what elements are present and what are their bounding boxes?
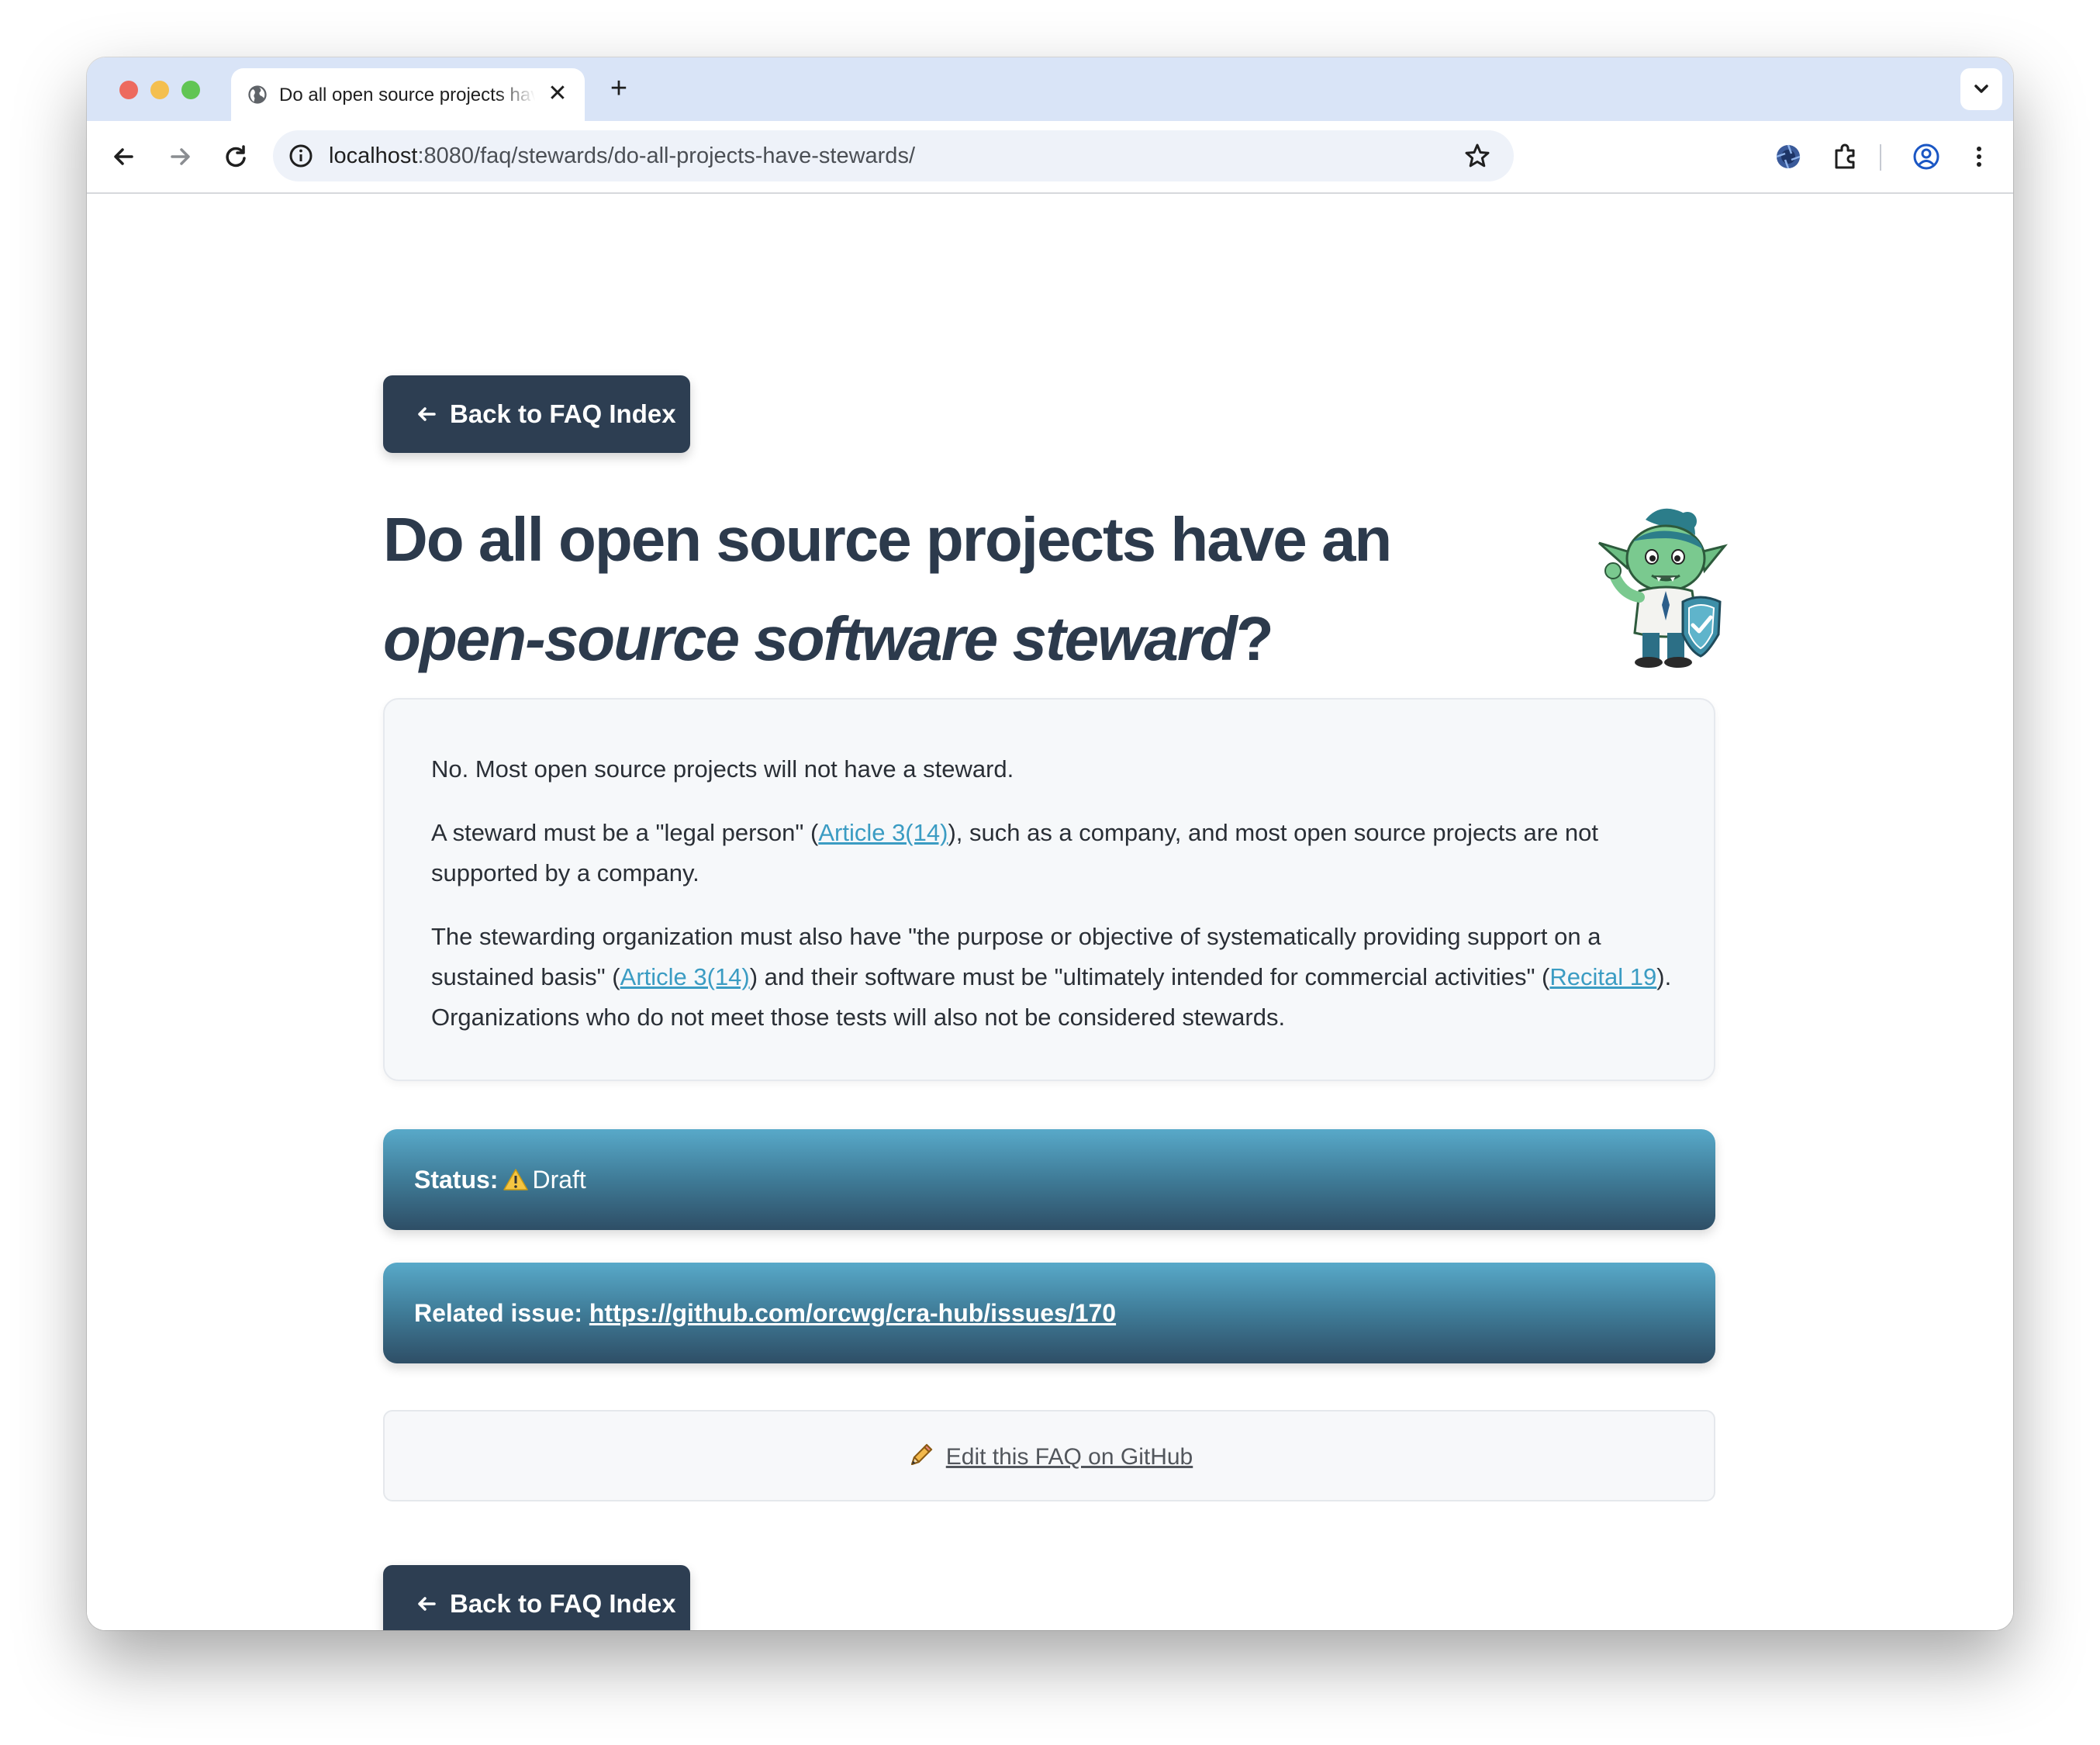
forward-arrow-icon[interactable] (163, 140, 197, 174)
related-issue-content: Related issue: https://github.com/orcwg/… (414, 1297, 1116, 1329)
edit-faq-row: Edit this FAQ on GitHub (385, 1441, 1714, 1473)
back-button-label: Back to FAQ Index (450, 399, 676, 428)
extension-aperture-icon[interactable] (1771, 140, 1805, 174)
site-info-icon[interactable] (287, 142, 315, 170)
related-issue-banner: Related issue: https://github.com/orcwg/… (383, 1263, 1715, 1363)
pencil-icon (910, 1443, 933, 1465)
answer-card: No. Most open source projects will not h… (383, 698, 1715, 1081)
back-to-faq-button[interactable]: Back to FAQ Index (383, 375, 690, 453)
answer-paragraph-1: No. Most open source projects will not h… (431, 755, 1014, 783)
recital-link[interactable]: Recital 19 (1549, 963, 1656, 990)
status-label: Status: (414, 1166, 499, 1194)
goblin-mascot-image (1598, 508, 1728, 668)
answer-paragraph-3: The stewarding organization must also ha… (431, 917, 1672, 1038)
extensions-puzzle-icon[interactable] (1829, 140, 1863, 174)
new-tab-button[interactable]: + (603, 73, 634, 104)
reload-icon[interactable] (219, 140, 253, 174)
tab-search-button[interactable] (1960, 68, 2002, 110)
globe-icon (248, 85, 267, 104)
article-link[interactable]: Article 3(14) (620, 963, 750, 990)
answer-text: ) and their software must be "ultimately… (749, 963, 1550, 990)
browser-tab[interactable]: Do all open source projects have an open… (231, 68, 585, 121)
related-issue-link[interactable]: https://github.com/orcwg/cra-hub/issues/… (589, 1299, 1116, 1327)
status-content: Status: Draft (414, 1163, 586, 1196)
warning-icon (503, 1169, 529, 1190)
status-value: Draft (532, 1166, 586, 1194)
edit-on-github-link[interactable]: Edit this FAQ on GitHub (946, 1444, 1193, 1470)
back-button-label: Back to FAQ Index (450, 1589, 676, 1618)
url-path: :8080/faq/stewards/do-all-projects-have-… (417, 143, 915, 168)
edit-faq-box: Edit this FAQ on GitHub (383, 1410, 1715, 1501)
back-arrow-icon[interactable] (107, 140, 141, 174)
menu-kebab-icon[interactable] (1962, 140, 1996, 174)
address-bar[interactable]: localhost:8080/faq/stewards/do-all-proje… (273, 130, 1514, 181)
toolbar-separator (1880, 144, 1881, 171)
minimize-window-button[interactable] (150, 81, 169, 99)
page-title: Do all open source projects have an open… (383, 490, 1531, 689)
status-banner: Status: Draft (383, 1129, 1715, 1230)
back-to-faq-button-bottom[interactable]: Back to FAQ Index (383, 1565, 690, 1630)
answer-paragraph-2: A steward must be a "legal person" (Arti… (431, 813, 1672, 893)
close-tab-icon[interactable]: ✕ (544, 81, 571, 107)
tab-title: Do all open source projects have an open… (279, 85, 535, 105)
page-content: Back to FAQ Index Do all open source pro… (87, 194, 2013, 1630)
browser-toolbar: localhost:8080/faq/stewards/do-all-proje… (87, 121, 2013, 194)
profile-icon[interactable] (1909, 140, 1943, 174)
maximize-window-button[interactable] (181, 81, 200, 99)
chevron-down-icon (1974, 85, 1988, 93)
tab-bar: Do all open source projects have an open… (87, 57, 2013, 121)
title-end: ? (1235, 604, 1274, 673)
title-text: Do all open source projects have an (383, 505, 1392, 574)
bookmark-star-icon[interactable] (1463, 141, 1492, 171)
arrow-left-icon (418, 407, 436, 421)
answer-text: A steward must be a "legal person" ( (431, 819, 819, 846)
close-window-button[interactable] (119, 81, 138, 99)
article-link[interactable]: Article 3(14) (818, 819, 948, 846)
url-host: localhost (329, 143, 418, 168)
browser-window: Do all open source projects have an open… (87, 57, 2013, 1630)
related-issue-label: Related issue: (414, 1299, 582, 1327)
arrow-left-icon (418, 1597, 436, 1611)
title-emphasis: open-source software steward (383, 604, 1238, 673)
url-text[interactable]: localhost:8080/faq/stewards/do-all-proje… (329, 143, 915, 169)
